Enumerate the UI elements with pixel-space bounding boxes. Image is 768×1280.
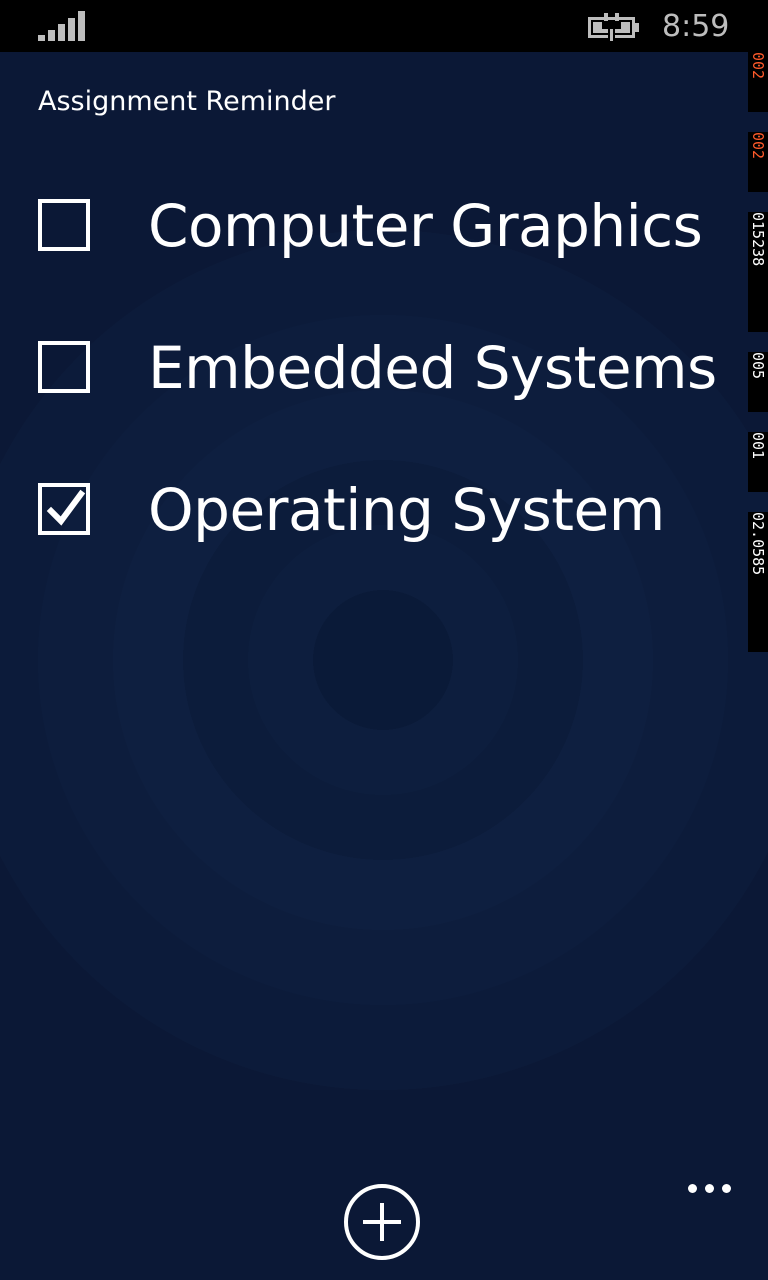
more-options-button[interactable] [680,1174,740,1204]
frame-counter: 02.0585 [748,512,768,652]
task-checkbox[interactable] [38,483,90,535]
task-label: Embedded Systems [148,334,717,402]
frame-counter: 015238 [748,212,768,332]
signal-strength-icon [38,11,85,41]
frame-counter: 002 [748,52,768,112]
frame-rate-counters: 002 002 015238 005 001 02.0585 [748,52,768,652]
task-checkbox[interactable] [38,199,90,251]
more-options-icon [722,1184,731,1193]
task-item[interactable]: Operating System [38,460,728,560]
task-label: Computer Graphics [148,192,703,260]
task-item[interactable]: Embedded Systems [38,318,728,418]
app-title: Assignment Reminder [38,86,336,117]
checkmark-icon [46,489,86,526]
phone-screen: 8:59 002 002 015238 005 001 02.0585 Assignmen… [0,0,768,1280]
more-options-icon [705,1184,714,1193]
frame-counter: 002 [748,132,768,192]
task-item[interactable]: Computer Graphics [38,176,728,276]
add-task-button[interactable] [344,1184,420,1260]
task-checkbox[interactable] [38,341,90,393]
frame-counter: 001 [748,432,768,492]
battery-charging-icon [588,13,639,41]
add-icon [363,1203,401,1241]
status-bar: 8:59 [0,0,768,52]
more-options-icon [688,1184,697,1193]
task-label: Operating System [148,476,665,544]
status-clock: 8:59 [662,9,730,44]
frame-counter: 005 [748,352,768,412]
